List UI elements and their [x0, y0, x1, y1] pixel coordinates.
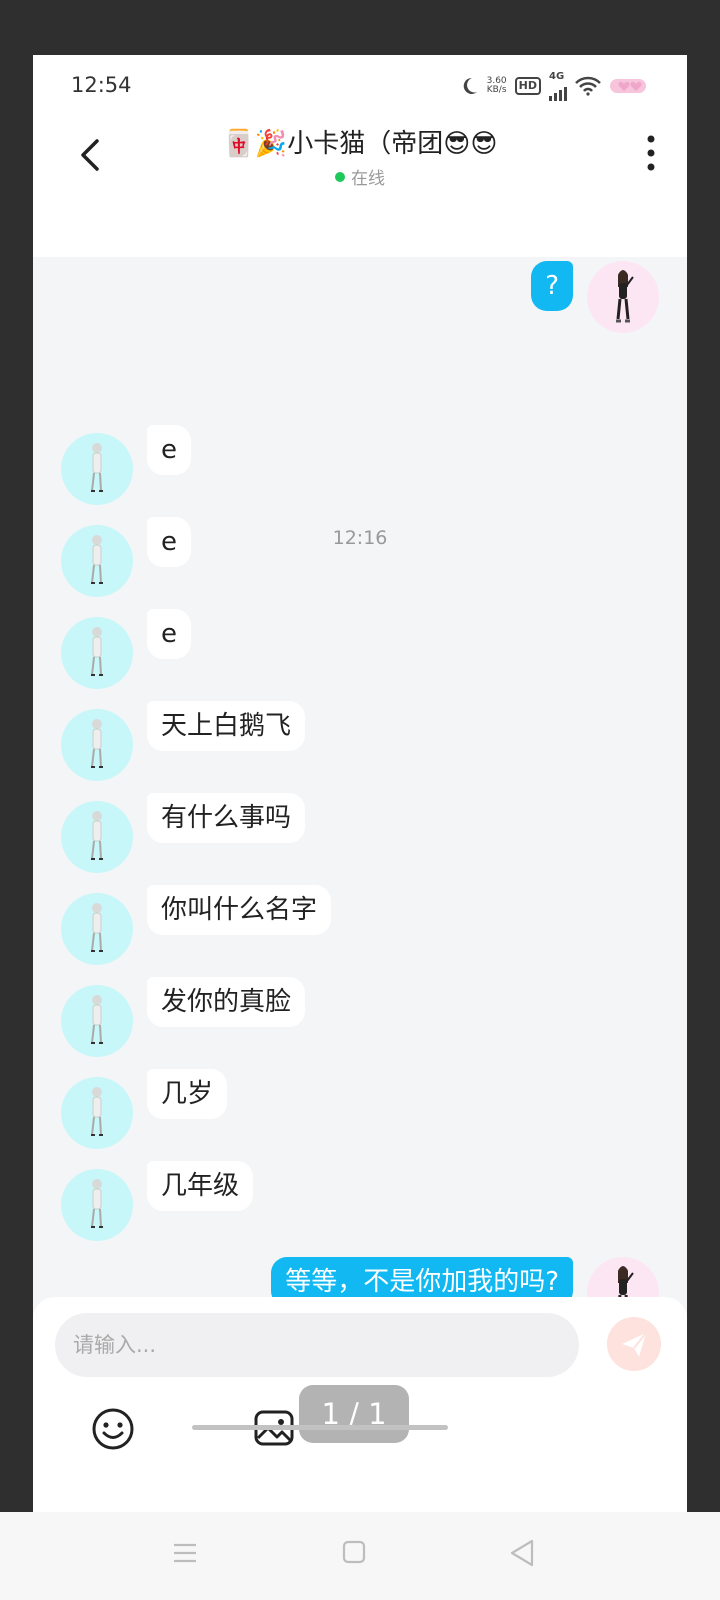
moon-icon	[463, 77, 477, 94]
chat-title-wrap: 🀄🎉小卡猫（帝团😎😎 在线	[153, 123, 567, 189]
message-timestamp: 12:16	[332, 527, 388, 549]
contact-avatar[interactable]	[61, 433, 133, 505]
contact-avatar[interactable]	[61, 1077, 133, 1149]
status-bar: 12:54 3.60 KB/s HD 4G	[33, 55, 687, 117]
phone-screen: 12:54 3.60 KB/s HD 4G 🀄🎉小卡猫（帝团😎😎 在线 12:1…	[33, 55, 687, 1512]
contact-avatar[interactable]	[61, 801, 133, 873]
status-icons: 3.60 KB/s HD 4G	[459, 70, 651, 101]
online-dot	[335, 171, 345, 182]
contact-message-bubble[interactable]: 有什么事吗	[147, 793, 306, 843]
input-panel: 1 / 1	[33, 1297, 687, 1512]
send-icon[interactable]	[607, 1317, 661, 1371]
hd-icon: HD	[514, 77, 541, 95]
contact-message-bubble[interactable]: e	[147, 425, 191, 475]
chat-title: 🀄🎉小卡猫（帝团😎😎	[222, 129, 498, 159]
contact-avatar[interactable]	[61, 985, 133, 1057]
contact-avatar[interactable]	[61, 617, 133, 689]
page-indicator: 1 / 1	[299, 1385, 409, 1443]
net-speed-unit: KB/s	[486, 85, 507, 95]
status-time: 12:54	[71, 73, 132, 97]
contact-message-bubble[interactable]: 几年级	[147, 1161, 254, 1211]
contact-avatar[interactable]	[61, 1169, 133, 1241]
contact-message-bubble[interactable]: 你叫什么名字	[147, 885, 332, 935]
chat-area[interactable]: 12:16 ? e e e 天上白鹅飞 有什么事吗 你叫什么名字 发你的真脸 几岁 几年级 等等，不…	[33, 257, 687, 1347]
contact-message-bubble[interactable]: 天上白鹅飞	[147, 701, 306, 751]
network-label: 4G	[549, 70, 565, 82]
online-status-text: 在线	[351, 169, 385, 189]
contact-avatar[interactable]	[61, 525, 133, 597]
more-vertical-icon[interactable]	[643, 133, 659, 173]
wifi-icon	[575, 76, 601, 96]
contact-message-bubble[interactable]: 几岁	[147, 1069, 228, 1119]
home-icon[interactable]	[342, 1540, 366, 1564]
emoji-icon[interactable]	[91, 1407, 135, 1451]
my-avatar[interactable]	[587, 261, 659, 333]
chevron-left-icon[interactable]	[75, 135, 105, 175]
message-input[interactable]	[55, 1313, 579, 1377]
contact-message-bubble[interactable]: 发你的真脸	[147, 977, 306, 1027]
home-indicator	[192, 1425, 448, 1430]
battery-icon	[610, 79, 646, 93]
contact-avatar[interactable]	[61, 893, 133, 965]
net-speed: 3.60 KB/s	[487, 77, 507, 95]
system-nav-bar	[0, 1512, 720, 1600]
menu-icon[interactable]	[172, 1540, 198, 1566]
my-message-bubble[interactable]: ?	[531, 261, 573, 311]
contact-message-bubble[interactable]: e	[147, 517, 191, 567]
signal-icon: 4G	[549, 70, 567, 101]
back-triangle-icon[interactable]	[508, 1538, 536, 1568]
online-status: 在线	[153, 164, 567, 189]
contact-avatar[interactable]	[61, 709, 133, 781]
contact-message-bubble[interactable]: e	[147, 609, 191, 659]
